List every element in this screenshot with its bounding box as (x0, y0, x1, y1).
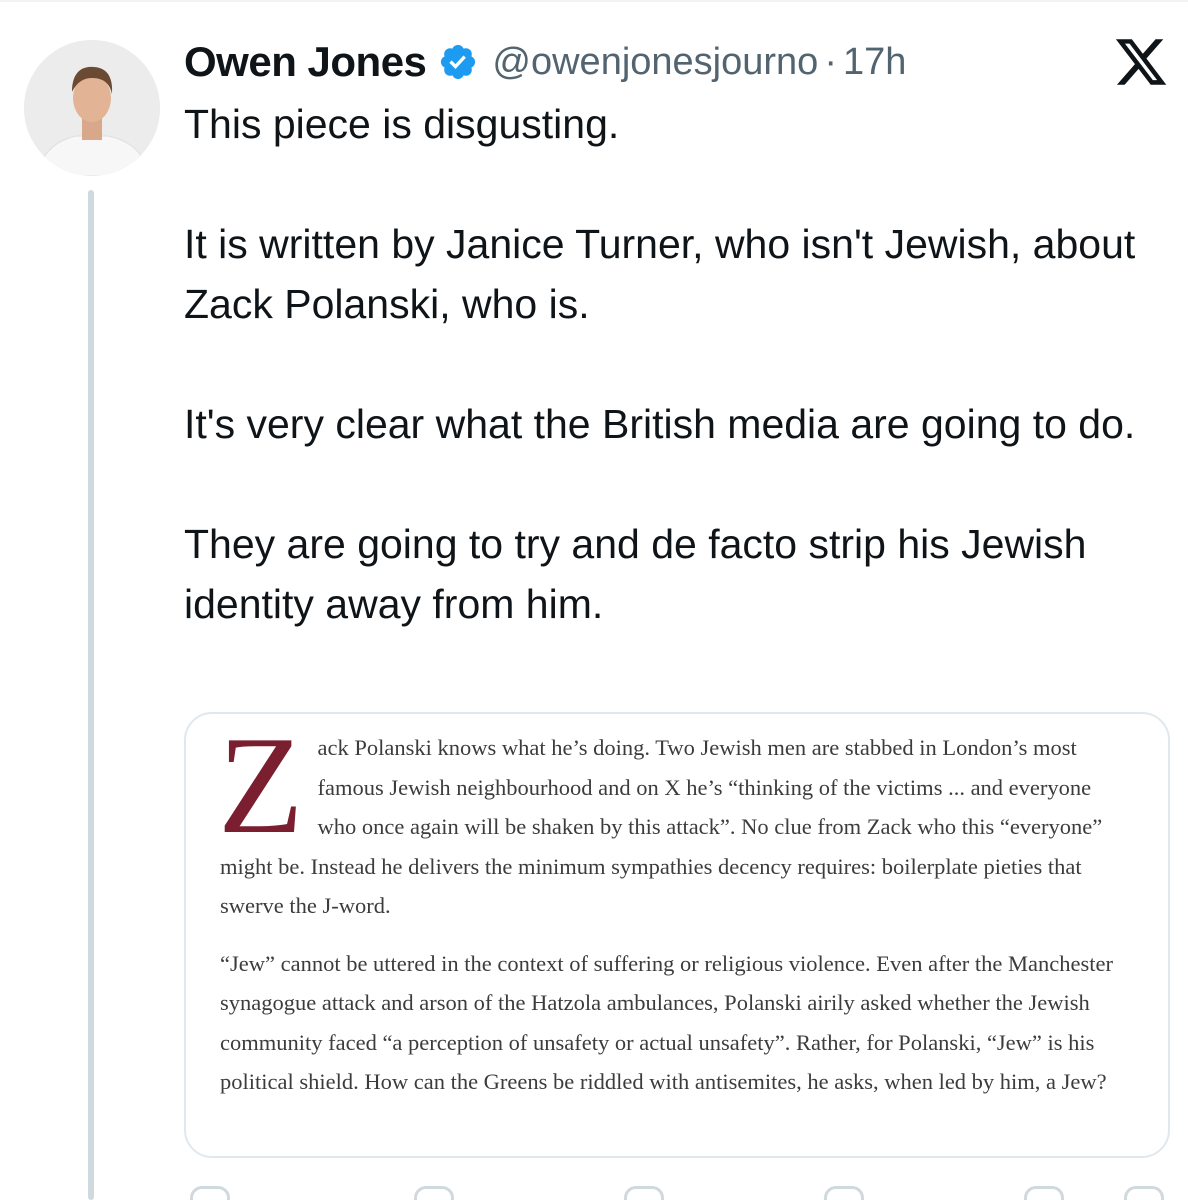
repost-icon[interactable] (414, 1186, 454, 1200)
tweet-paragraph: This piece is disgusting. (184, 101, 620, 147)
tweet-paragraph: It's very clear what the British media a… (184, 401, 1136, 447)
tweet-header: Owen Jones @owenjonesjourno · 17h (184, 36, 906, 88)
article-paragraph-2: “Jew” cannot be uttered in the context o… (220, 950, 1113, 1095)
share-icon[interactable] (1124, 1186, 1164, 1200)
tweet-text: This piece is disgusting. It is written … (184, 94, 1164, 634)
tweet-paragraph: It is written by Janice Turner, who isn'… (184, 221, 1136, 327)
author-name[interactable]: Owen Jones (184, 38, 427, 86)
drop-cap: Z (218, 708, 304, 863)
author-handle[interactable]: @owenjonesjourno (492, 41, 818, 84)
x-logo-icon (1115, 39, 1167, 85)
article-paragraph-1: Zack Polanski knows what he’s doing. Two… (218, 708, 1130, 926)
thread-line (88, 190, 94, 1200)
like-icon[interactable] (624, 1186, 664, 1200)
separator-dot: · (824, 40, 837, 83)
views-icon[interactable] (824, 1186, 864, 1200)
tweet-paragraph: They are going to try and de facto strip… (184, 521, 1087, 627)
bookmark-icon[interactable] (1024, 1186, 1064, 1200)
avatar[interactable] (24, 40, 160, 176)
reply-icon[interactable] (190, 1186, 230, 1200)
top-divider (0, 0, 1188, 2)
action-bar (184, 1186, 1174, 1200)
verified-badge-icon (441, 44, 476, 80)
article-text: Zack Polanski knows what he’s doing. Two… (218, 708, 1130, 1102)
timestamp[interactable]: 17h (843, 41, 906, 84)
article-paragraph-1-text: ack Polanski knows what he’s doing. Two … (220, 735, 1103, 918)
article-screenshot-card[interactable]: Zack Polanski knows what he’s doing. Two… (184, 712, 1170, 1158)
